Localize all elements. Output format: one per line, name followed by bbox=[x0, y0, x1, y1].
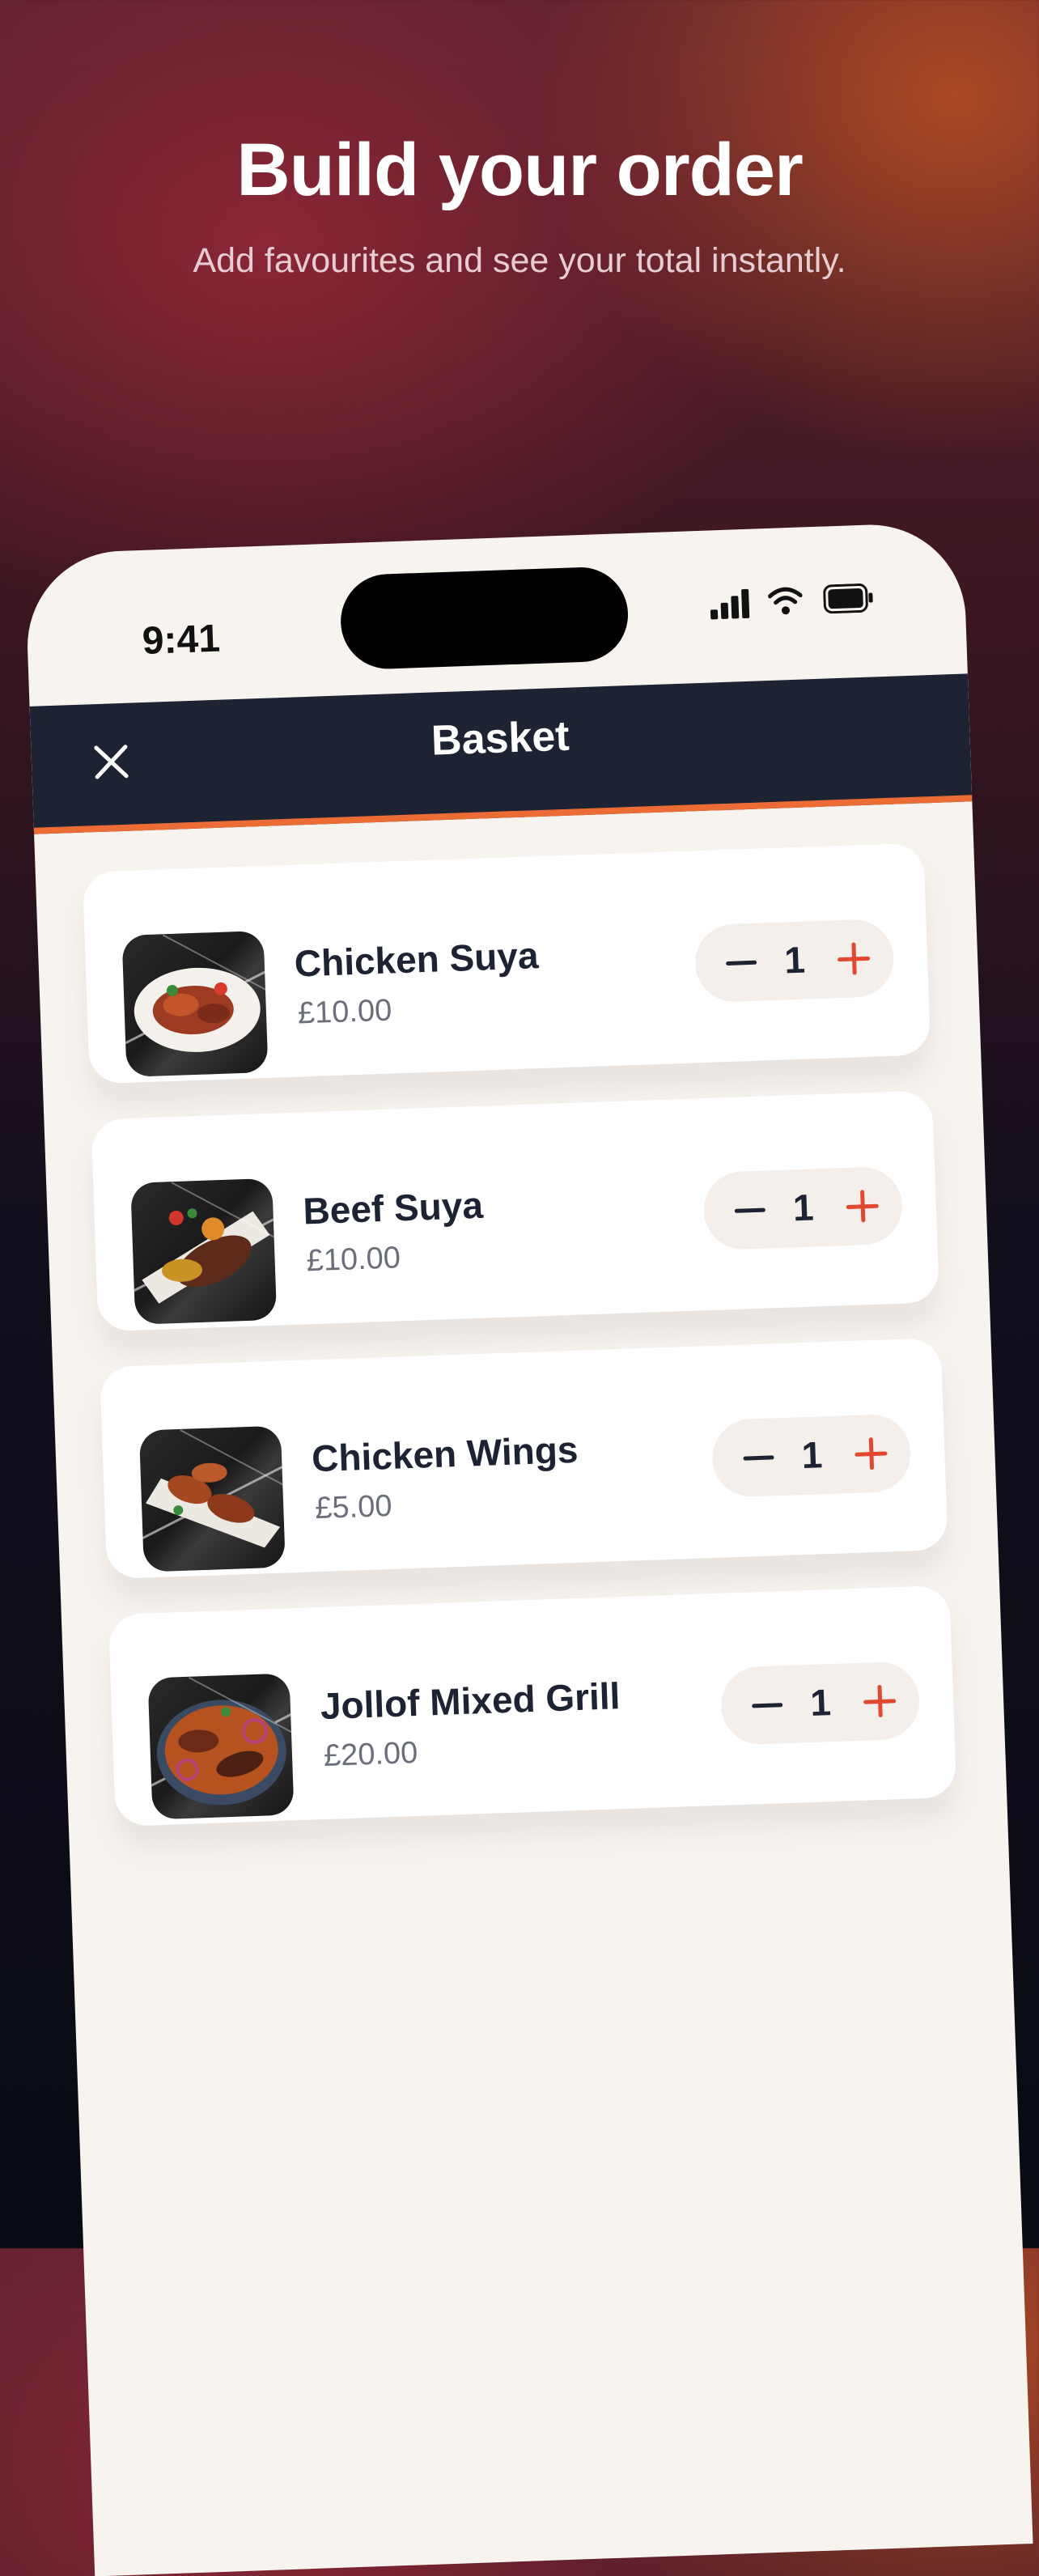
chicken-suya-plate-image bbox=[134, 967, 261, 1052]
beef-suya-plate-image bbox=[142, 1208, 270, 1304]
quantity-value: 1 bbox=[792, 1186, 815, 1229]
basket-list: Chicken Suya £10.00 1 Beef Suya £10.00 1… bbox=[82, 842, 958, 1862]
chicken-wings-plate-image bbox=[146, 1462, 281, 1548]
item-name: Chicken Wings bbox=[311, 1428, 579, 1480]
item-name: Chicken Suya bbox=[293, 934, 540, 985]
item-price: £10.00 bbox=[297, 993, 392, 1031]
decrement-button[interactable] bbox=[743, 1455, 774, 1461]
item-name: Jollof Mixed Grill bbox=[319, 1674, 621, 1728]
quantity-stepper: 1 bbox=[710, 1413, 913, 1498]
decrement-button[interactable] bbox=[752, 1703, 783, 1708]
quantity-stepper: 1 bbox=[719, 1661, 921, 1746]
item-price: £5.00 bbox=[314, 1488, 393, 1526]
increment-button[interactable] bbox=[863, 1684, 896, 1717]
decrement-button[interactable] bbox=[726, 960, 757, 966]
quantity-stepper: 1 bbox=[693, 918, 895, 1004]
basket-item: Jollof Mixed Grill £20.00 1 bbox=[108, 1585, 957, 1827]
status-time: 9:41 bbox=[141, 617, 221, 663]
basket-item: Beef Suya £10.00 1 bbox=[91, 1090, 939, 1332]
wifi-icon bbox=[767, 587, 803, 615]
item-name: Beef Suya bbox=[302, 1183, 484, 1233]
decrement-button[interactable] bbox=[734, 1207, 765, 1213]
quantity-stepper: 1 bbox=[702, 1165, 904, 1251]
quantity-value: 1 bbox=[809, 1681, 832, 1724]
hero-title: Build your order bbox=[236, 129, 804, 211]
item-image bbox=[130, 1178, 278, 1325]
quantity-value: 1 bbox=[783, 938, 806, 982]
increment-button[interactable] bbox=[846, 1190, 879, 1223]
page-title: Basket bbox=[430, 712, 570, 765]
dynamic-island bbox=[339, 566, 630, 671]
signal-icon bbox=[710, 588, 751, 620]
item-image bbox=[147, 1673, 295, 1820]
battery-icon bbox=[823, 584, 873, 614]
quantity-value: 1 bbox=[800, 1433, 824, 1477]
basket-item: Chicken Suya £10.00 1 bbox=[82, 842, 931, 1084]
basket-item: Chicken Wings £5.00 1 bbox=[100, 1338, 948, 1580]
item-price: £10.00 bbox=[305, 1241, 401, 1279]
increment-button[interactable] bbox=[855, 1437, 888, 1470]
increment-button[interactable] bbox=[837, 942, 870, 975]
item-image bbox=[138, 1425, 286, 1572]
item-price: £20.00 bbox=[323, 1735, 418, 1773]
basket-header: Basket bbox=[29, 673, 973, 834]
item-image bbox=[121, 930, 269, 1077]
phone-mockup: 9:41 Basket Chicken Suya £10.00 1 Beef S… bbox=[24, 521, 1033, 2576]
hero-subtitle: Add favourites and see your total instan… bbox=[193, 241, 846, 280]
jollof-mixed-grill-plate-image bbox=[156, 1700, 286, 1806]
status-icons bbox=[710, 575, 889, 630]
